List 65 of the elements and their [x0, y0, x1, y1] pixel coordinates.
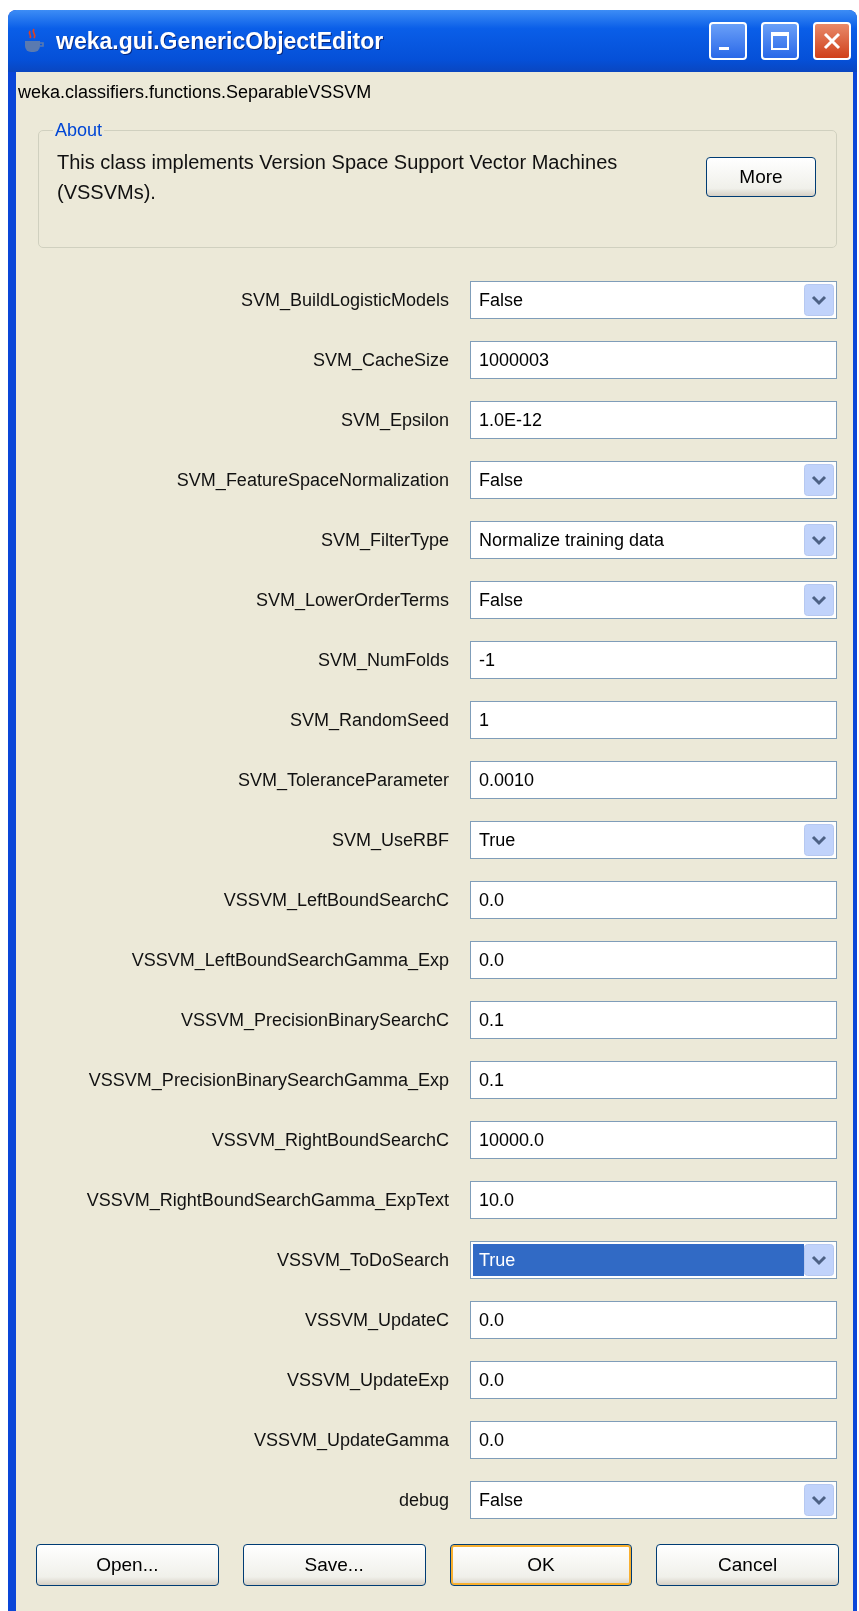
property-label: VSSVM_RightBoundSearchGamma_ExpText [85, 1189, 449, 1211]
dropdown-value: False [478, 588, 524, 612]
dropdown-value: False [478, 468, 524, 492]
property-label: SVM_BuildLogisticModels [239, 289, 449, 311]
property-label: SVM_NumFolds [316, 649, 449, 671]
input-field[interactable]: 1000003 [470, 341, 837, 379]
dialog-button[interactable]: OK [449, 1544, 633, 1586]
dropdown-value: True [478, 828, 517, 852]
input-field[interactable]: 0.1 [470, 1061, 837, 1099]
maximize-button[interactable] [761, 22, 799, 60]
input-field[interactable]: 0.0 [470, 1301, 837, 1339]
property-label: VSSVM_LeftBoundSearchC [222, 889, 449, 911]
dropdown[interactable]: False [470, 461, 837, 499]
input-field[interactable]: -1 [470, 641, 837, 679]
dialog-button[interactable]: Open... [36, 1544, 219, 1586]
property-label: debug [397, 1489, 449, 1511]
property-label: VSSVM_UpdateGamma [252, 1429, 449, 1451]
property-label: SVM_LowerOrderTerms [254, 589, 449, 611]
property-label: SVM_Epsilon [339, 409, 449, 431]
class-name: weka.classifiers.functions.SeparableVSSVM [17, 81, 373, 104]
coffee-cup-icon [22, 28, 46, 54]
property-label: SVM_FilterType [319, 529, 449, 551]
dropdown[interactable]: False [470, 281, 837, 319]
dropdown-value: False [478, 288, 524, 312]
property-label: VSSVM_PrecisionBinarySearchC [179, 1009, 449, 1031]
dropdown[interactable]: False [470, 1481, 837, 1519]
property-label: VSSVM_UpdateC [303, 1309, 449, 1331]
input-field[interactable]: 0.0010 [470, 761, 837, 799]
input-field[interactable]: 1.0E-12 [470, 401, 837, 439]
property-label: VSSVM_LeftBoundSearchGamma_Exp [130, 949, 449, 971]
dialog-button[interactable]: Save... [242, 1544, 426, 1586]
about-text: This class implements Version Space Support Vector Machines (VSSVMs). [57, 150, 619, 205]
input-field[interactable]: 1 [470, 701, 837, 739]
maximize-icon [770, 31, 790, 51]
dialog-button[interactable]: Cancel [656, 1544, 839, 1586]
dropdown[interactable]: True [470, 1241, 837, 1279]
property-label: VSSVM_PrecisionBinarySearchGamma_Exp [87, 1069, 449, 1091]
minimize-button[interactable] [709, 22, 747, 60]
close-button[interactable] [813, 22, 851, 60]
window-title: weka.gui.GenericObjectEditor [56, 27, 385, 55]
property-label: VSSVM_UpdateExp [285, 1369, 449, 1391]
property-label: SVM_CacheSize [311, 349, 449, 371]
dropdown[interactable]: Normalize training data [470, 521, 837, 559]
input-field[interactable]: 0.0 [470, 881, 837, 919]
input-field[interactable]: 0.0 [470, 1421, 837, 1459]
input-field[interactable]: 10000.0 [470, 1121, 837, 1159]
more-button[interactable]: More [706, 157, 816, 197]
dropdown-value: False [478, 1488, 524, 1512]
input-field[interactable]: 10.0 [470, 1181, 837, 1219]
property-label: SVM_UseRBF [330, 829, 449, 851]
close-icon [822, 31, 842, 51]
dropdown-value: Normalize training data [478, 528, 666, 552]
input-field[interactable]: 0.0 [470, 1361, 837, 1399]
input-field[interactable]: 0.0 [470, 941, 837, 979]
minimize-icon [719, 46, 729, 50]
dropdown[interactable]: True [470, 821, 837, 859]
property-label: SVM_ToleranceParameter [236, 769, 449, 791]
group-title: About [54, 120, 104, 141]
input-field[interactable]: 0.1 [470, 1001, 837, 1039]
property-label: VSSVM_ToDoSearch [275, 1249, 449, 1271]
property-label: VSSVM_RightBoundSearchC [210, 1129, 449, 1151]
property-label: SVM_FeatureSpaceNormalization [175, 469, 449, 491]
dropdown[interactable]: False [470, 581, 837, 619]
dropdown-value: True [473, 1244, 804, 1276]
property-label: SVM_RandomSeed [288, 709, 449, 731]
